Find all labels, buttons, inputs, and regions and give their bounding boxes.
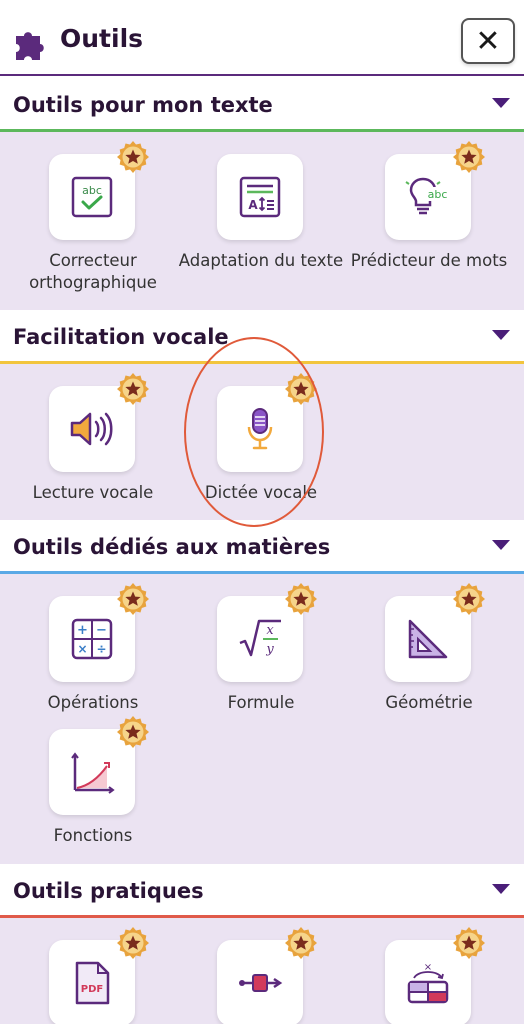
tool-label: Prédicteur de mots <box>350 251 508 270</box>
star-badge-icon <box>116 372 150 406</box>
chevron-down-icon[interactable] <box>492 884 510 894</box>
speaker-icon <box>70 412 113 446</box>
svg-text:x: x <box>266 623 274 638</box>
star-badge-icon <box>116 140 150 174</box>
svg-text:abc: abc <box>428 188 448 201</box>
svg-text:A: A <box>248 198 258 212</box>
tool-label: Correcteur orthographique <box>29 251 157 292</box>
page-title: Outils <box>60 24 144 53</box>
tool-label: Géométrie <box>385 693 473 712</box>
star-badge-icon <box>284 372 318 406</box>
tool-label: Dictée vocale <box>204 483 318 502</box>
tool-label: Adaptation du texte <box>178 251 344 270</box>
star-badge-icon <box>284 926 318 960</box>
tool-label: Opérations <box>47 693 139 712</box>
word-predictor-icon: abc <box>405 177 451 215</box>
section-title: Outils dédiés aux matières <box>13 535 331 559</box>
section-header-text-tools[interactable]: Outils pour mon texte <box>0 78 524 132</box>
set-square-icon <box>408 619 448 659</box>
star-badge-icon <box>116 926 150 960</box>
chevron-down-icon[interactable] <box>492 330 510 340</box>
svg-text:+: + <box>77 623 88 638</box>
star-badge-icon <box>452 582 486 616</box>
star-badge-icon <box>452 926 486 960</box>
puzzle-icon <box>16 32 44 60</box>
svg-text:÷: ÷ <box>96 642 106 656</box>
pdf-icon: PDF <box>75 961 110 1005</box>
close-button[interactable]: ✕ <box>461 18 515 64</box>
star-badge-icon <box>116 582 150 616</box>
svg-text:×: × <box>77 642 87 656</box>
tool-label: Fonctions <box>53 826 133 845</box>
tools-grid-practical: PDF × <box>0 918 524 1024</box>
tools-grid-text: abc Correcteur orthographique A Adaptati… <box>0 132 524 310</box>
formula-icon: x y <box>239 619 281 657</box>
text-adapt-icon: A <box>239 176 281 218</box>
svg-text:−: − <box>96 623 107 638</box>
function-graph-icon <box>71 752 115 794</box>
calculator-icon: + − × ÷ <box>71 618 113 660</box>
section-header-voice[interactable]: Facilitation vocale <box>0 310 524 364</box>
star-badge-icon <box>284 582 318 616</box>
chevron-down-icon[interactable] <box>492 98 510 108</box>
header: Outils ✕ <box>0 0 524 76</box>
section-header-subjects[interactable]: Outils dédiés aux matières <box>0 520 524 574</box>
tools-grid-voice: Lecture vocale Dictée vocale <box>0 364 524 520</box>
section-title: Outils pratiques <box>13 879 204 903</box>
section-title: Facilitation vocale <box>13 325 229 349</box>
star-badge-icon <box>452 140 486 174</box>
tool-label: Formule <box>227 693 295 712</box>
spellcheck-icon: abc <box>71 176 113 218</box>
microphone-icon <box>247 408 273 450</box>
section-header-practical[interactable]: Outils pratiques <box>0 864 524 918</box>
tool-label: Lecture vocale <box>32 483 154 502</box>
chevron-down-icon[interactable] <box>492 540 510 550</box>
star-badge-icon <box>116 715 150 749</box>
tool-tile[interactable]: A <box>217 154 303 240</box>
table-swap-icon: × <box>407 962 449 1004</box>
svg-text:abc: abc <box>82 184 102 197</box>
section-title: Outils pour mon texte <box>13 93 273 117</box>
tools-grid-subjects: + − × ÷ Opérations x y Formule Géométrie… <box>0 574 524 864</box>
svg-text:PDF: PDF <box>81 984 103 995</box>
close-icon[interactable]: ✕ <box>475 24 500 59</box>
svg-text:y: y <box>265 642 274 657</box>
slider-icon <box>239 974 283 992</box>
